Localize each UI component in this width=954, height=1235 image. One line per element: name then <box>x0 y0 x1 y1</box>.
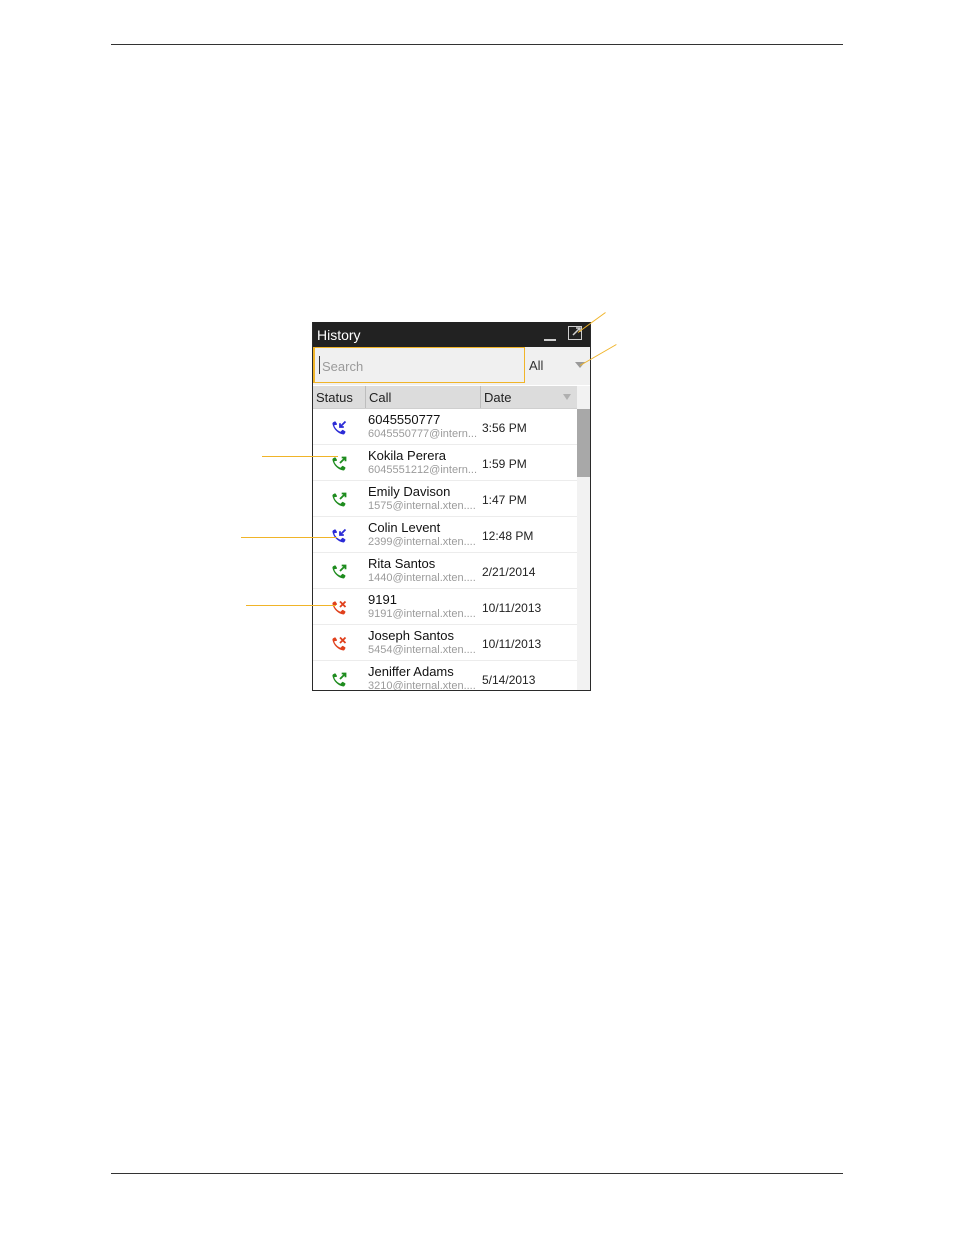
call-name: Jeniffer Adams <box>368 664 454 679</box>
call-name: Rita Santos <box>368 556 436 571</box>
call-date: 3:56 PM <box>482 421 527 435</box>
call-address: 5454@internal.xten.... <box>368 644 476 656</box>
missed-call-icon <box>331 600 347 616</box>
column-header: Status Call Date <box>313 386 577 409</box>
call-name: 6045550777 <box>368 412 441 427</box>
column-call[interactable]: Call <box>366 386 481 408</box>
search-placeholder: Search <box>322 359 364 374</box>
call-row[interactable]: 9191 9191@internal.xten.... 10/11/2013 <box>313 589 577 625</box>
popout-icon[interactable] <box>568 326 582 340</box>
outgoing-call-icon <box>331 672 347 688</box>
call-date: 12:48 PM <box>482 529 534 543</box>
call-address: 1575@internal.xten.... <box>368 500 476 512</box>
call-name: Emily Davison <box>368 484 451 499</box>
callout-line-missed <box>246 605 336 606</box>
incoming-call-icon <box>331 420 347 436</box>
call-name: 9191 <box>368 592 397 607</box>
callout-line-incoming <box>241 537 337 538</box>
history-panel: History Search All Status Call Date 6045… <box>312 322 591 691</box>
call-name: Joseph Santos <box>368 628 455 643</box>
call-row[interactable]: Rita Santos 1440@internal.xten.... 2/21/20… <box>313 553 577 589</box>
outgoing-call-icon <box>331 456 347 472</box>
page-footer-rule <box>111 1173 843 1174</box>
title-bar: History <box>313 322 590 347</box>
sort-arrow-icon[interactable] <box>563 394 571 400</box>
call-row[interactable]: Joseph Santos 5454@internal.xten.... 10/11… <box>313 625 577 661</box>
search-input[interactable]: Search <box>313 347 525 383</box>
call-address: 2399@internal.xten.... <box>368 536 476 548</box>
text-cursor <box>319 356 320 374</box>
call-date: 2/21/2014 <box>482 565 536 579</box>
scrollbar-thumb[interactable] <box>577 409 590 477</box>
call-row[interactable]: Kokila Perera 6045551212@intern... 1:59 PM <box>313 445 577 481</box>
call-address: 6045551212@intern... <box>368 464 478 476</box>
call-address: 1440@internal.xten.... <box>368 572 476 584</box>
call-row[interactable]: Emily Davison 1575@internal.xten.... 1:47 … <box>313 481 577 517</box>
outgoing-call-icon <box>331 564 347 580</box>
call-name: Colin Levent <box>368 520 441 535</box>
call-address: 3210@internal.xten.... <box>368 680 476 691</box>
page-header-rule <box>111 44 843 45</box>
missed-call-icon <box>331 636 347 652</box>
callout-line-outgoing <box>262 456 338 457</box>
call-row[interactable]: Jeniffer Adams 3210@internal.xten.... 5/14… <box>313 661 577 691</box>
search-bar: Search All <box>313 347 590 385</box>
call-row[interactable]: Colin Levent 2399@internal.xten.... 12:48 … <box>313 517 577 553</box>
call-name: Kokila Perera <box>368 448 447 463</box>
minimize-icon[interactable] <box>544 339 556 341</box>
call-date: 1:47 PM <box>482 493 527 507</box>
incoming-call-icon <box>331 528 347 544</box>
filter-value: All <box>529 358 544 373</box>
call-address: 6045550777@intern... <box>368 428 478 440</box>
call-date: 10/11/2013 <box>482 601 542 615</box>
call-date: 10/11/2013 <box>482 637 542 651</box>
window-title: History <box>317 327 361 343</box>
outgoing-call-icon <box>331 492 347 508</box>
call-row[interactable]: 6045550777 6045550777@intern... 3:56 PM <box>313 409 577 445</box>
call-date: 1:59 PM <box>482 457 527 471</box>
column-status[interactable]: Status <box>313 386 366 408</box>
call-date: 5/14/2013 <box>482 673 536 687</box>
call-address: 9191@internal.xten.... <box>368 608 476 620</box>
